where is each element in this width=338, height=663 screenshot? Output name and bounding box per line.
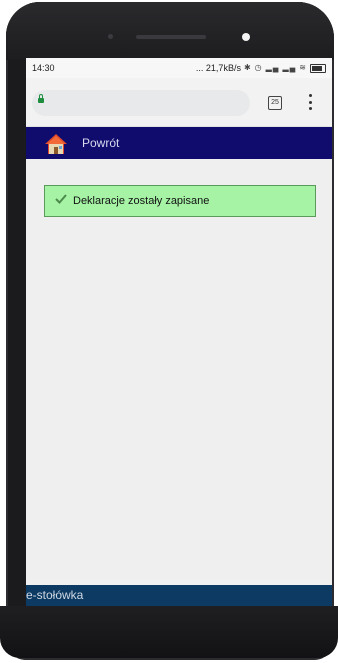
sensor-icon xyxy=(108,34,113,39)
address-bar[interactable] xyxy=(32,90,250,116)
status-bar: 14:30 ... 21,7kB/s ✱ ◷ ▂▄ ▂▄ ≋ xyxy=(26,58,332,78)
phone-bottom-bezel xyxy=(0,606,338,658)
status-indicators: ... 21,7kB/s ✱ ◷ ▂▄ ▂▄ ≋ xyxy=(196,58,326,78)
app-footer: e-stołówka xyxy=(26,585,332,606)
status-time: 14:30 xyxy=(32,63,55,73)
phone-top-bezel xyxy=(6,2,334,60)
back-link[interactable]: Powrót xyxy=(82,136,119,150)
menu-dot-icon xyxy=(308,94,312,97)
wifi-icon: ≋ xyxy=(299,63,307,72)
success-alert: Deklaracje zostały zapisane xyxy=(44,185,316,217)
main-content: Deklaracje zostały zapisane xyxy=(26,159,332,579)
alarm-icon: ◷ xyxy=(254,63,263,72)
check-icon xyxy=(55,194,67,204)
network-speed: ... 21,7kB/s xyxy=(195,63,241,73)
browser-toolbar: 25 xyxy=(26,78,332,127)
battery-icon xyxy=(310,63,326,73)
app-navbar: Powrót xyxy=(26,127,332,159)
menu-dot-icon xyxy=(308,107,312,110)
signal-icon: ▂▄ xyxy=(265,63,280,72)
phone-screen: 14:30 ... 21,7kB/s ✱ ◷ ▂▄ ▂▄ ≋ 25 Powrót… xyxy=(26,58,332,606)
tabs-button[interactable]: 25 xyxy=(268,96,282,110)
home-icon[interactable] xyxy=(44,133,68,155)
alert-message: Deklaracje zostały zapisane xyxy=(73,195,210,207)
menu-dot-icon xyxy=(308,100,312,104)
signal-icon: ▂▄ xyxy=(282,63,297,72)
earpiece-icon xyxy=(136,35,206,39)
bluetooth-icon: ✱ xyxy=(243,63,252,72)
footer-label: e-stołówka xyxy=(26,588,84,602)
browser-menu-button[interactable] xyxy=(306,92,314,112)
camera-icon xyxy=(242,33,250,41)
lock-icon xyxy=(38,94,44,103)
